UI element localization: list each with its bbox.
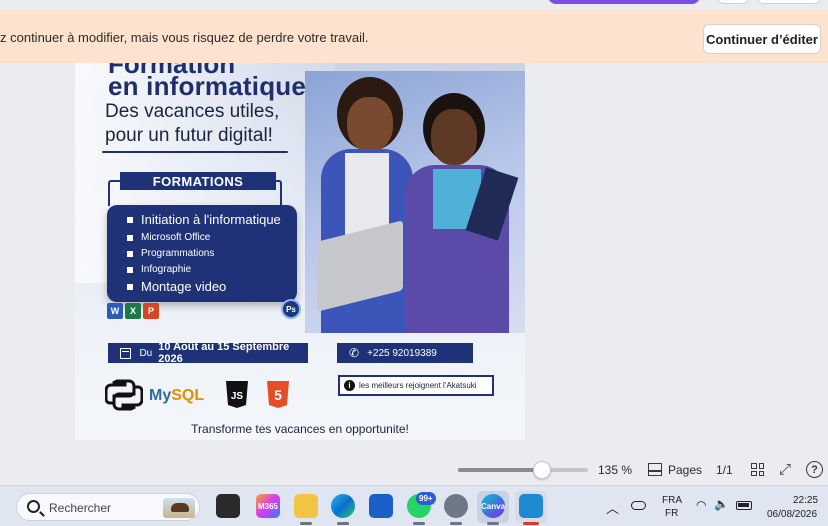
pages-button[interactable]: Pages bbox=[668, 463, 702, 477]
zoom-slider-fill bbox=[458, 468, 542, 472]
course-label: Programmations bbox=[141, 248, 215, 259]
course-label: Microsoft Office bbox=[141, 232, 211, 243]
continue-editing-button[interactable]: Continuer d’éditer bbox=[703, 24, 821, 54]
toolbar-button[interactable] bbox=[716, 0, 750, 4]
html5-logo-icon: 5 bbox=[267, 381, 289, 408]
js-logo-text: JS bbox=[231, 391, 244, 402]
store-icon[interactable] bbox=[369, 494, 393, 518]
keyboard-layout[interactable]: FR bbox=[665, 508, 678, 519]
zoom-level[interactable]: 135 % bbox=[598, 463, 632, 477]
search-placeholder: Rechercher bbox=[49, 501, 112, 515]
poster-title: en informatique bbox=[108, 71, 307, 101]
canva-icon[interactable]: Canva bbox=[481, 494, 505, 518]
js-logo-icon: JS bbox=[226, 381, 248, 408]
photoshop-icon: Ps bbox=[281, 299, 301, 319]
volume-icon[interactable]: 🔈 bbox=[714, 497, 729, 511]
banner-message: z continuer à modifier, mais vous risque… bbox=[0, 30, 369, 45]
running-indicator bbox=[337, 522, 349, 525]
m365-label: M365 bbox=[257, 501, 278, 511]
course-label: Montage video bbox=[141, 279, 227, 294]
battery-icon[interactable] bbox=[736, 501, 752, 510]
powerpoint-icon: P bbox=[143, 303, 159, 319]
file-explorer-icon[interactable] bbox=[294, 494, 318, 518]
running-indicator bbox=[450, 522, 462, 525]
unsaved-warning-banner: z continuer à modifier, mais vous risque… bbox=[0, 10, 828, 63]
share-button[interactable] bbox=[548, 0, 700, 4]
running-indicator bbox=[523, 522, 539, 525]
date-value: 10 Août au 15 Septembre 2026 bbox=[158, 341, 290, 365]
onedrive-cloud-icon[interactable] bbox=[631, 501, 646, 510]
top-toolbar-strip bbox=[0, 0, 828, 10]
clock-date[interactable]: 06/08/2026 bbox=[767, 509, 817, 520]
vscode-icon[interactable] bbox=[519, 494, 543, 518]
course-item: Initiation à l'informatique bbox=[127, 212, 281, 227]
running-indicator bbox=[300, 522, 312, 525]
mysql-logo: MySQL bbox=[149, 387, 204, 405]
zoom-slider-handle[interactable] bbox=[533, 461, 551, 479]
design-page[interactable]: Formation en informatique Des vacances u… bbox=[75, 63, 525, 440]
editor-footer: 135 % Pages 1/1 ⤢ ? bbox=[0, 455, 828, 485]
course-label: Initiation à l'informatique bbox=[141, 212, 281, 227]
toolbar-button[interactable] bbox=[756, 0, 822, 4]
date-bar: Du 10 Août au 15 Septembre 2026 bbox=[108, 341, 308, 365]
office-icons: W X P bbox=[107, 303, 181, 319]
search-highlight-image[interactable] bbox=[163, 498, 195, 518]
bullet-icon bbox=[127, 266, 133, 273]
phone-number: +225 92019389 bbox=[367, 347, 437, 359]
word-icon: W bbox=[107, 303, 123, 319]
poster-subtitle-line2: pour un futur digital! bbox=[105, 125, 273, 146]
student-2-face bbox=[431, 109, 477, 165]
calendar-icon bbox=[120, 347, 132, 359]
bullet-icon bbox=[127, 234, 133, 241]
poster-tagline: Transforme tes vacances en opportunite! bbox=[191, 422, 409, 436]
info-box: i les meilleurs rejoignent l'Akatsuki bbox=[338, 375, 494, 396]
pages-icon[interactable] bbox=[648, 463, 662, 476]
help-icon[interactable]: ? bbox=[806, 461, 823, 478]
formations-label: FORMATIONS bbox=[120, 172, 276, 190]
edge-icon[interactable] bbox=[331, 494, 355, 518]
fullscreen-icon[interactable]: ⤢ bbox=[779, 461, 791, 478]
notification-badge: 99+ bbox=[416, 492, 436, 505]
settings-gear-icon[interactable] bbox=[444, 494, 468, 518]
student-1-face bbox=[347, 97, 393, 151]
excel-icon: X bbox=[125, 303, 141, 319]
python-logo-icon bbox=[105, 379, 143, 411]
m365-icon[interactable]: M365 bbox=[256, 494, 280, 518]
clock-time[interactable]: 22:25 bbox=[793, 495, 818, 506]
wifi-icon[interactable]: ◠ bbox=[696, 498, 706, 512]
canva-label: Canva bbox=[481, 501, 506, 511]
taskbar: Rechercher M365 99+ Canva ︿ FRA FR ◠ 🔈 2… bbox=[0, 485, 828, 526]
chevron-up-icon[interactable]: ︿ bbox=[606, 498, 619, 517]
bullet-icon bbox=[127, 283, 133, 290]
courses-panel: Initiation à l'informatique Microsoft Of… bbox=[107, 205, 297, 302]
info-icon: i bbox=[344, 380, 355, 391]
page-count: 1/1 bbox=[716, 463, 733, 477]
search-icon bbox=[27, 500, 40, 513]
bullet-icon bbox=[127, 216, 133, 223]
running-indicator bbox=[413, 522, 425, 525]
bullet-icon bbox=[127, 250, 133, 257]
grid-view-icon[interactable] bbox=[751, 463, 764, 476]
students-photo bbox=[305, 71, 525, 333]
poster-subtitle-line1: Des vacances utiles, bbox=[105, 101, 280, 122]
mysql-logo-sql: SQL bbox=[171, 387, 205, 404]
course-item: Microsoft Office bbox=[127, 232, 210, 243]
phone-bar: ✆ +225 92019389 bbox=[337, 343, 473, 363]
html5-logo-text: 5 bbox=[274, 387, 282, 403]
taskbar-search[interactable]: Rechercher bbox=[16, 493, 200, 521]
course-label: Infographie bbox=[141, 264, 192, 275]
phone-icon: ✆ bbox=[349, 346, 360, 360]
mysql-logo-my: My bbox=[149, 387, 172, 404]
tech-logos: MySQL JS 5 bbox=[105, 377, 305, 413]
running-indicator bbox=[487, 522, 499, 525]
course-item: Infographie bbox=[127, 264, 191, 275]
date-prefix: Du bbox=[139, 347, 153, 359]
course-item: Programmations bbox=[127, 248, 214, 259]
copilot-icon[interactable] bbox=[216, 494, 240, 518]
course-item: Montage video bbox=[127, 279, 226, 294]
language-indicator[interactable]: FRA bbox=[662, 495, 682, 506]
info-text: les meilleurs rejoignent l'Akatsuki bbox=[359, 381, 477, 390]
subtitle-underline bbox=[102, 151, 288, 153]
